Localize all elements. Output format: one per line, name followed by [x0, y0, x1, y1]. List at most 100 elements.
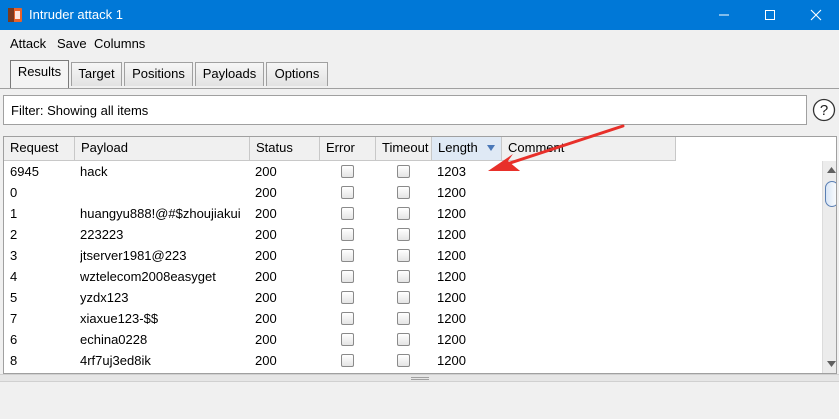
- timeout-checkbox: [397, 186, 410, 199]
- svg-text:?: ?: [820, 102, 828, 119]
- error-checkbox: [341, 186, 354, 199]
- error-checkbox: [341, 249, 354, 262]
- cell-request: 6945: [10, 164, 39, 179]
- timeout-checkbox: [397, 354, 410, 367]
- cell-status: 200: [255, 353, 277, 368]
- cell-request: 0: [10, 185, 18, 200]
- error-checkbox: [341, 207, 354, 220]
- cell-status: 200: [255, 290, 277, 305]
- column-header-timeout[interactable]: Timeout: [376, 137, 432, 161]
- cell-payload: 223223: [80, 227, 124, 242]
- maximize-button[interactable]: [747, 0, 793, 30]
- cell-payload: jtserver1981@223: [80, 248, 187, 263]
- table-row[interactable]: 4 wztelecom2008easyget 200 1200: [4, 266, 676, 287]
- close-icon: [810, 9, 822, 21]
- table-row[interactable]: 6945 hack 200 1203: [4, 161, 676, 182]
- cell-status: 200: [255, 185, 277, 200]
- cell-status: 200: [255, 248, 277, 263]
- cell-payload: hack: [80, 164, 108, 179]
- column-header-comment[interactable]: Comment: [502, 137, 676, 161]
- minimize-icon: [719, 14, 729, 16]
- cell-length: 1200: [437, 332, 466, 347]
- timeout-checkbox: [397, 228, 410, 241]
- menu-save[interactable]: Save: [57, 36, 87, 51]
- tab-options[interactable]: Options: [266, 62, 328, 86]
- column-header-request[interactable]: Request: [4, 137, 75, 161]
- menu-attack[interactable]: Attack: [10, 36, 46, 51]
- splitter-grip: [411, 377, 429, 380]
- cell-request: 8: [10, 353, 18, 368]
- timeout-checkbox: [397, 312, 410, 325]
- cell-payload: huangyu888!@#$zhoujiakui: [80, 206, 241, 221]
- column-header-length[interactable]: Length: [432, 137, 502, 161]
- timeout-checkbox: [397, 207, 410, 220]
- cell-length: 1200: [437, 290, 466, 305]
- menu-columns[interactable]: Columns: [94, 36, 145, 51]
- column-header-error[interactable]: Error: [320, 137, 376, 161]
- timeout-checkbox: [397, 333, 410, 346]
- vertical-scrollbar[interactable]: [822, 161, 836, 373]
- cell-length: 1200: [437, 248, 466, 263]
- pane-splitter[interactable]: [0, 374, 839, 382]
- cell-payload: wztelecom2008easyget: [80, 269, 216, 284]
- cell-request: 5: [10, 290, 18, 305]
- minimize-button[interactable]: [701, 0, 747, 30]
- title-bar: Intruder attack 1: [0, 0, 839, 30]
- timeout-checkbox: [397, 165, 410, 178]
- cell-status: 200: [255, 269, 277, 284]
- timeout-checkbox: [397, 270, 410, 283]
- cell-length: 1203: [437, 164, 466, 179]
- table-row[interactable]: 0 200 1200: [4, 182, 676, 203]
- cell-length: 1200: [437, 206, 466, 221]
- tab-positions[interactable]: Positions: [124, 62, 193, 86]
- help-icon[interactable]: ?: [812, 98, 836, 122]
- tab-target[interactable]: Target: [71, 62, 122, 86]
- sort-descending-icon: [487, 145, 495, 151]
- cell-status: 200: [255, 164, 277, 179]
- cell-status: 200: [255, 227, 277, 242]
- table-row[interactable]: 2 223223 200 1200: [4, 224, 676, 245]
- table-row[interactable]: 5 yzdx123 200 1200: [4, 287, 676, 308]
- cell-request: 3: [10, 248, 18, 263]
- error-checkbox: [341, 228, 354, 241]
- column-header-status[interactable]: Status: [250, 137, 320, 161]
- tab-results[interactable]: Results: [10, 60, 69, 88]
- cell-length: 1200: [437, 311, 466, 326]
- cell-payload: [80, 182, 250, 203]
- error-checkbox: [341, 333, 354, 346]
- error-checkbox: [341, 291, 354, 304]
- cell-status: 200: [255, 311, 277, 326]
- cell-payload: xiaxue123-$$: [80, 311, 159, 326]
- scrollbar-thumb[interactable]: [825, 181, 836, 207]
- cell-length: 1200: [437, 185, 466, 200]
- table-row[interactable]: 3 jtserver1981@223 200 1200: [4, 245, 676, 266]
- cell-payload: 4rf7uj3ed8ik: [80, 353, 151, 368]
- scroll-down-icon[interactable]: [827, 361, 836, 367]
- scroll-up-icon[interactable]: [827, 167, 836, 173]
- error-checkbox: [341, 165, 354, 178]
- filter-text: Filter: Showing all items: [11, 103, 149, 118]
- window-title: Intruder attack 1: [29, 7, 123, 22]
- menu-bar: Attack Save Columns: [0, 30, 839, 57]
- tab-baseline: [0, 88, 839, 89]
- cell-payload: echina0228: [80, 332, 148, 347]
- table-row[interactable]: 8 4rf7uj3ed8ik 200 1200: [4, 350, 676, 371]
- table-row[interactable]: 7 xiaxue123-$$ 200 1200: [4, 308, 676, 329]
- error-checkbox: [341, 354, 354, 367]
- error-checkbox: [341, 312, 354, 325]
- column-header-length-label: Length: [438, 140, 478, 155]
- tab-bar: Results Target Positions Payloads Option…: [0, 57, 839, 89]
- cell-length: 1200: [437, 353, 466, 368]
- cell-length: 1200: [437, 227, 466, 242]
- table-row[interactable]: 1 huangyu888!@#$zhoujiakui 200 1200: [4, 203, 676, 224]
- column-header-payload[interactable]: Payload: [75, 137, 250, 161]
- cell-status: 200: [255, 332, 277, 347]
- cell-request: 6: [10, 332, 18, 347]
- tab-payloads[interactable]: Payloads: [195, 62, 264, 86]
- close-button[interactable]: [793, 0, 839, 30]
- table-row[interactable]: 6 echina0228 200 1200: [4, 329, 676, 350]
- filter-bar[interactable]: Filter: Showing all items: [3, 95, 807, 125]
- results-table: Request Payload Status Error Timeout Len…: [3, 136, 837, 374]
- cell-status: 200: [255, 206, 277, 221]
- cell-payload: yzdx123: [80, 290, 129, 305]
